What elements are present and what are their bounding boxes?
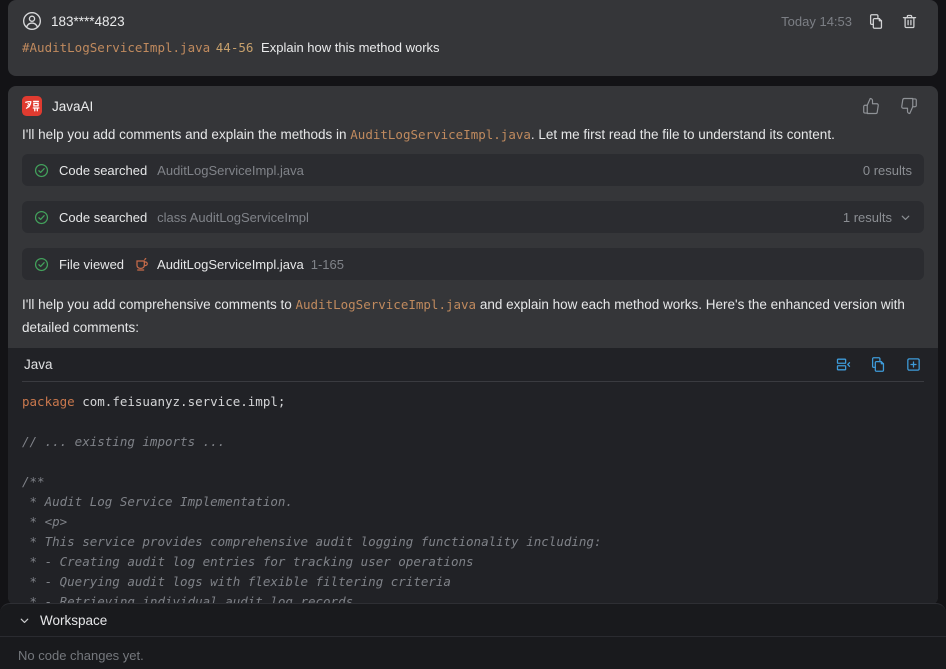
tool-query: class AuditLogServiceImpl [157, 210, 309, 225]
add-file-icon[interactable] [905, 356, 922, 373]
ai-body-paragraph: I'll help you add comprehensive comments… [8, 280, 938, 339]
code-line: // ... existing imports ... [22, 432, 938, 452]
ai-intro-text-after: . Let me first read the file to understa… [531, 127, 835, 142]
ai-intro-text-before: I'll help you add comments and explain t… [22, 127, 350, 142]
copy-message-button[interactable] [868, 13, 885, 30]
copy-code-icon[interactable] [870, 356, 887, 373]
thumbs-up-icon[interactable] [862, 97, 880, 115]
file-reference[interactable]: #AuditLogServiceImpl.java [22, 40, 210, 55]
thumbs-down-icon[interactable] [900, 97, 918, 115]
viewed-file-name: AuditLogServiceImpl.java [157, 257, 304, 272]
message-timestamp: Today 14:53 [781, 14, 852, 29]
check-circle-icon [34, 210, 49, 225]
tool-action-label: Code searched [59, 163, 147, 178]
workspace-panel: Workspace No code changes yet. [0, 603, 946, 669]
ai-message-card: JavaAI I'll help you add comments and ex… [8, 86, 938, 605]
code-line: * This service provides comprehensive au… [22, 532, 938, 552]
ai-body-file-reference[interactable]: AuditLogServiceImpl.java [295, 297, 476, 312]
tool-result-count: 1 results [843, 210, 892, 225]
code-line: * - Creating audit log entries for track… [22, 552, 938, 572]
code-block-header: Java [8, 348, 938, 381]
code-line: * <p> [22, 512, 938, 532]
tool-action-label: File viewed [59, 257, 124, 272]
workspace-header[interactable]: Workspace [0, 604, 946, 636]
code-line: /** [22, 472, 938, 492]
check-circle-icon [34, 163, 49, 178]
user-message-card: 183****4823 Today 14:53 #AuditLogService… [8, 0, 938, 76]
code-content[interactable]: package com.feisuanyz.service.impl; // ..… [8, 382, 938, 605]
code-line: * - Querying audit logs with flexible fi… [22, 572, 938, 592]
java-cup-icon [134, 256, 150, 272]
code-language-label: Java [24, 357, 53, 372]
insert-editor-icon[interactable] [835, 356, 852, 373]
delete-message-button[interactable] [901, 13, 918, 30]
tool-call-list: Code searched AuditLogServiceImpl.java 0… [8, 144, 938, 280]
agent-name: JavaAI [52, 99, 93, 114]
code-line: package com.feisuanyz.service.impl; [22, 392, 938, 412]
ai-intro-paragraph: I'll help you add comments and explain t… [8, 116, 938, 144]
file-reference-line-range: 44-56 [216, 40, 254, 55]
tool-result-count: 0 results [863, 163, 912, 178]
javaai-logo-icon [22, 96, 42, 116]
chevron-down-icon [18, 614, 31, 627]
ai-intro-file-reference[interactable]: AuditLogServiceImpl.java [350, 127, 531, 142]
user-avatar-icon [22, 11, 42, 31]
check-circle-icon [34, 257, 49, 272]
username: 183****4823 [51, 14, 125, 29]
code-line [22, 412, 938, 432]
ai-body-text-before: I'll help you add comprehensive comments… [22, 297, 295, 312]
viewed-line-range: 1-165 [311, 257, 344, 272]
tool-call-row-code-search-1[interactable]: Code searched AuditLogServiceImpl.java 0… [22, 154, 924, 186]
tool-action-label: Code searched [59, 210, 147, 225]
code-line [22, 452, 938, 472]
tool-query: AuditLogServiceImpl.java [157, 163, 304, 178]
code-line: * Audit Log Service Implementation. [22, 492, 938, 512]
chevron-down-icon[interactable] [899, 211, 912, 224]
tool-call-row-file-viewed[interactable]: File viewed AuditLogServiceImpl.java 1-1… [22, 248, 924, 280]
code-block: Java package com. [8, 348, 938, 605]
user-message-text: Explain how this method works [261, 40, 439, 55]
workspace-empty-text: No code changes yet. [0, 637, 946, 663]
tool-call-row-code-search-2[interactable]: Code searched class AuditLogServiceImpl … [22, 201, 924, 233]
workspace-title: Workspace [40, 613, 107, 628]
